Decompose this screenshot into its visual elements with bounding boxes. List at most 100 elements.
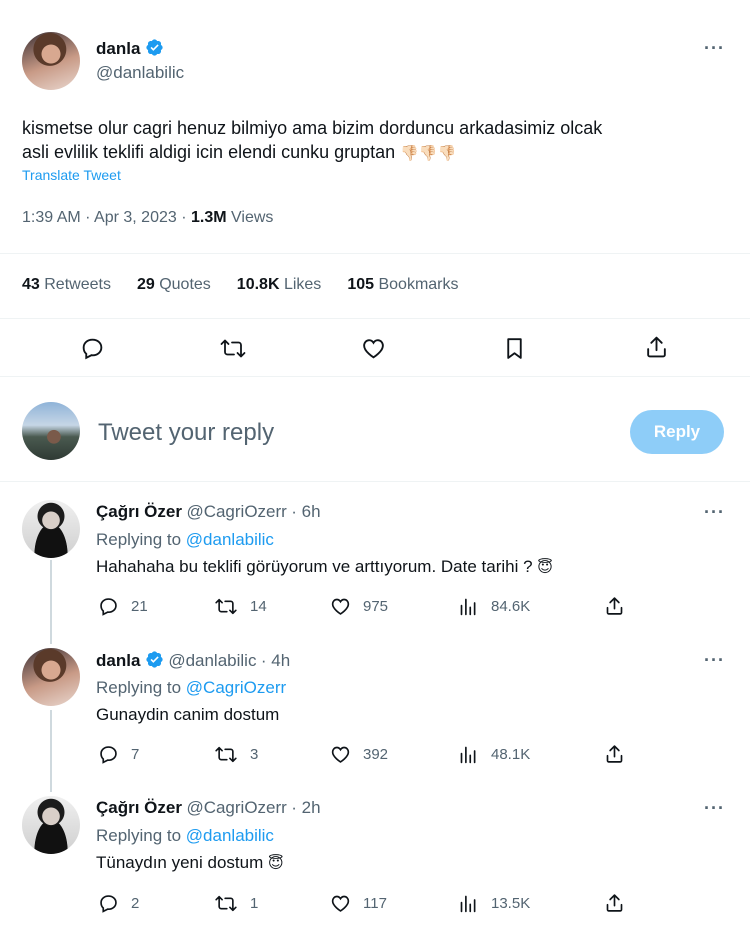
reply-button[interactable]: Reply [630,410,724,454]
share-icon[interactable] [604,743,625,765]
like-count-button[interactable]: 117 [330,893,387,914]
verified-badge-icon [146,39,163,56]
tweet-time[interactable]: 1:39 AM [22,209,81,226]
reply-icon [100,895,117,913]
reply-count: 7 [131,746,140,763]
like-count-button[interactable]: 975 [330,596,388,617]
replying-to: Replying to @danlabilic [96,530,274,549]
analytics-icon [460,598,476,616]
bookmarks-stat[interactable]: 105 Bookmarks [347,276,458,294]
views-count: 1.3M [191,209,227,226]
retweet-count: 3 [250,746,259,763]
reply-author-name[interactable]: Çağrı Özer [96,798,182,817]
reply-avatar[interactable] [22,796,80,854]
reply-author-handle[interactable]: @CagriOzerr [186,502,286,521]
reply-header: Çağrı Özer @CagriOzerr · 2h [96,798,321,818]
verified-badge-icon [146,651,163,668]
reply-author-handle[interactable]: @CagriOzerr [186,798,286,817]
reply-time[interactable]: · 2h [291,798,320,817]
more-options-icon[interactable]: ··· [704,798,725,819]
views-label: Views [231,209,274,226]
reply-count-button[interactable]: 2 [98,893,139,914]
more-options-icon[interactable]: ··· [704,650,725,671]
replying-to-link[interactable]: @danlabilic [186,826,274,845]
views-count-button[interactable]: 13.5K [458,893,530,914]
like-count-button[interactable]: 392 [330,744,388,765]
like-heart-icon[interactable] [361,336,386,361]
analytics-icon [460,746,476,764]
more-options-icon[interactable]: ··· [704,38,725,59]
reply-avatar[interactable] [22,648,80,706]
reply-time[interactable]: · 6h [291,502,320,521]
retweet-count-button[interactable]: 1 [214,893,258,914]
retweet-icon [215,746,237,763]
reply-header: Çağrı Özer @CagriOzerr · 6h [96,502,321,522]
author-handle[interactable]: @danlabilic [96,63,184,83]
tweet-text-line-2: asli evlilik teklifi aldigi icin elendi … [22,142,396,162]
tweet-timestamp: 1:39 AM · Apr 3, 2023 · 1.3M Views [22,209,274,226]
retweet-count-button[interactable]: 14 [214,596,267,617]
reply-avatar[interactable] [22,500,80,558]
bookmark-icon[interactable] [503,336,526,361]
tweet-text-line-1: kismetse olur cagri henuz bilmiyo ama bi… [22,118,603,138]
my-avatar[interactable] [22,402,80,460]
reply-count-button[interactable]: 7 [98,744,139,765]
views-count-button[interactable]: 84.6K [458,596,530,617]
divider [0,376,750,377]
tweet-stats: 43 Retweets 29 Quotes 10.8K Likes 105 Bo… [22,276,459,294]
retweet-icon [215,598,237,615]
reply-icon [100,598,117,616]
reply-text: Hahahaha bu teklifi görüyorum ve arttıyo… [96,557,553,576]
views-count: 84.6K [491,598,531,615]
share-icon[interactable] [644,334,669,360]
reply-icon [100,746,117,764]
analytics-icon [460,895,476,913]
replying-to-link[interactable]: @danlabilic [186,530,274,549]
author-avatar[interactable] [22,32,80,90]
like-heart-icon [331,598,350,615]
like-count: 117 [363,895,387,912]
reply-time[interactable]: · 4h [261,651,290,670]
author-name: danla [96,39,141,58]
reply-count-button[interactable]: 21 [98,596,148,617]
reply-input[interactable]: Tweet your reply [98,419,274,447]
like-count: 392 [363,746,389,763]
reply-author-name[interactable]: danla [96,651,140,670]
author-name-row[interactable]: danla [96,38,164,59]
thread-line [50,710,52,792]
quotes-stat[interactable]: 29 Quotes [137,276,211,294]
replying-to: Replying to @danlabilic [96,826,274,845]
angel-emoji: 😇 [537,559,553,576]
like-heart-icon [331,746,350,763]
divider [0,481,750,482]
reply-text: Gunaydin canim dostum [96,705,280,724]
views-count-button[interactable]: 48.1K [458,744,530,765]
retweet-count: 1 [250,895,259,912]
retweet-count: 14 [250,598,267,615]
reply-count: 2 [131,895,140,912]
reply-text: Tünaydın yeni dostum 😇 [96,853,284,872]
share-icon[interactable] [604,892,625,914]
translate-tweet-link[interactable]: Translate Tweet [22,167,121,183]
tweet-date[interactable]: Apr 3, 2023 [94,209,177,226]
share-icon[interactable] [604,595,625,617]
like-heart-icon [331,895,350,912]
reply-header: danla @danlabilic · 4h [96,650,290,671]
like-count: 975 [363,598,389,615]
likes-stat[interactable]: 10.8K Likes [237,276,322,294]
reply-author-name[interactable]: Çağrı Özer [96,502,182,521]
retweet-icon[interactable] [219,336,247,361]
views-count: 48.1K [491,746,531,763]
retweet-icon [215,895,237,912]
angel-emoji: 😇 [268,855,284,872]
divider [0,253,750,254]
thumbs-down-emoji: 👎🏻👎🏻👎🏻 [400,145,457,162]
reply-icon[interactable] [80,336,105,361]
replying-to-link[interactable]: @CagriOzerr [186,678,286,697]
more-options-icon[interactable]: ··· [704,502,725,523]
reply-author-handle[interactable]: @danlabilic [168,651,256,670]
retweets-stat[interactable]: 43 Retweets [22,276,111,294]
replying-to: Replying to @CagriOzerr [96,678,287,697]
reply-count: 21 [131,598,148,615]
retweet-count-button[interactable]: 3 [214,744,258,765]
